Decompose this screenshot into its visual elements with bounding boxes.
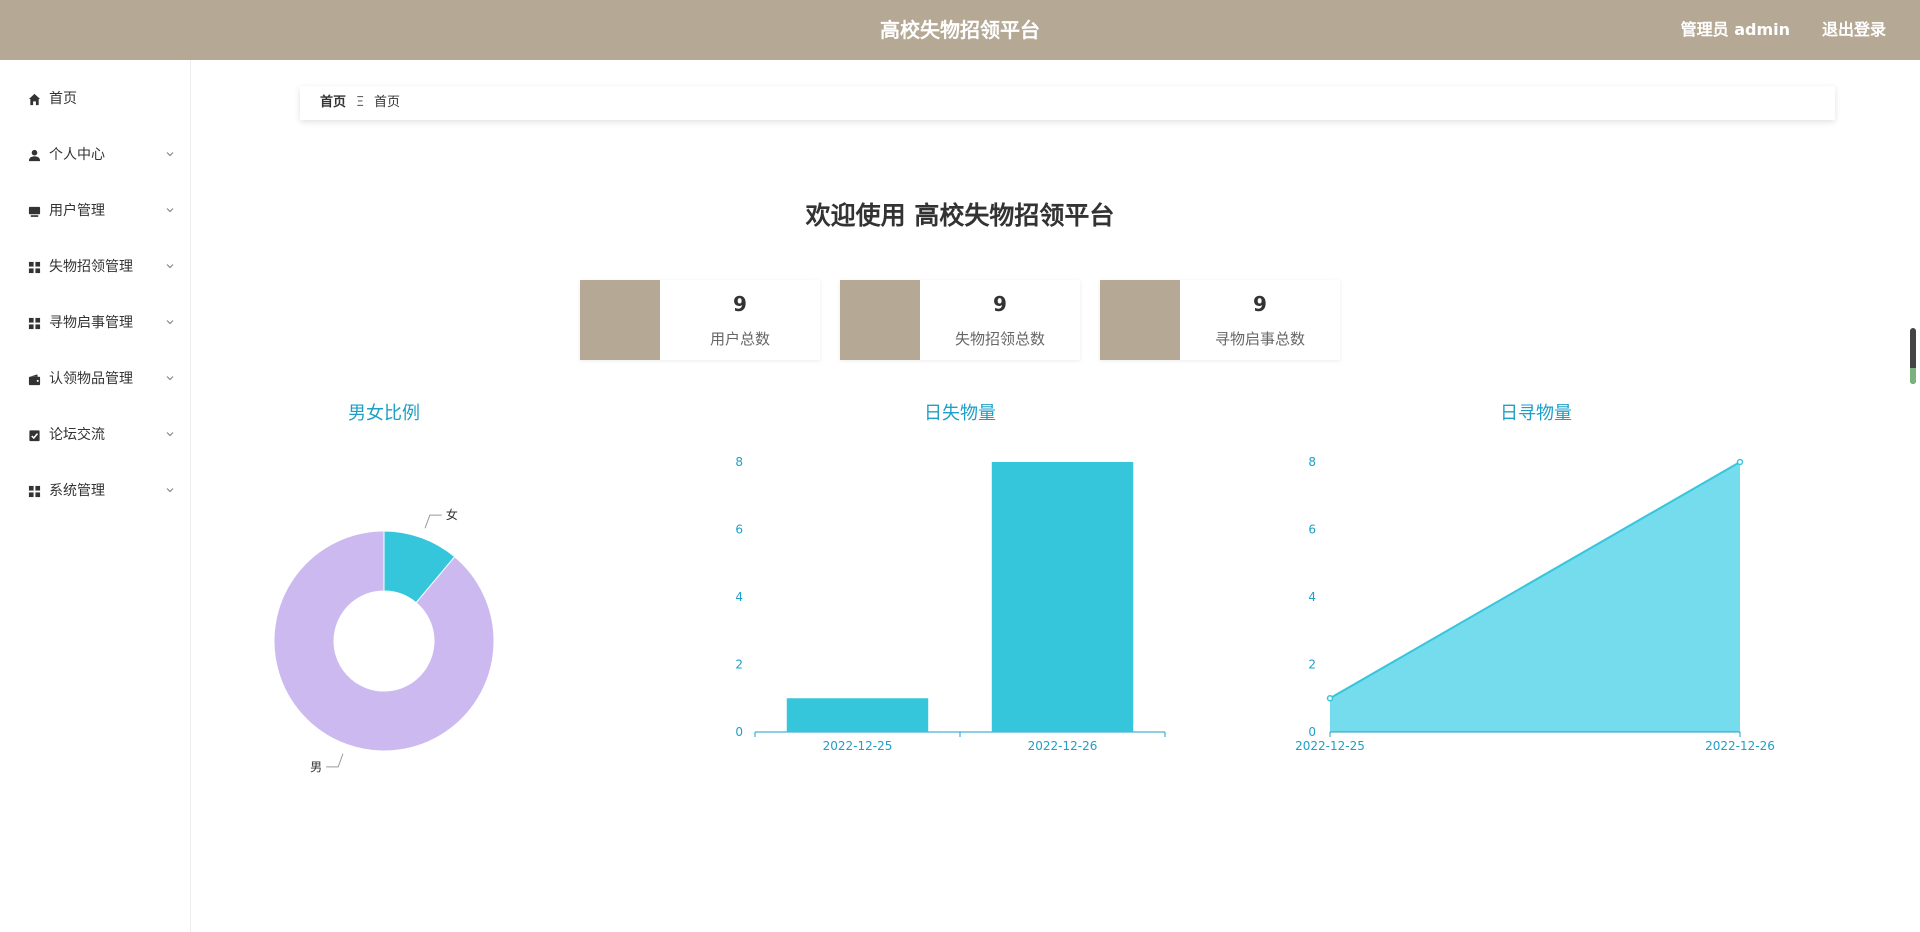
stat-icon-box (840, 280, 920, 360)
bar (786, 698, 929, 732)
gender-pie-chart: 女男 (273, 507, 495, 774)
page-title: 欢迎使用 高校失物招领平台 (805, 201, 1115, 230)
chevron-down-icon (166, 264, 174, 269)
y-tick-label: 0 (1308, 725, 1316, 739)
sidebar-item-lost-found-management[interactable]: 失物招领管理 (0, 239, 190, 295)
monitor-icon (28, 206, 41, 217)
home-icon (28, 93, 41, 106)
sidebar-item-lost-notice-management[interactable]: 寻物启事管理 (0, 295, 190, 351)
daily-found-area-chart: 0 2 4 6 8 2022-12-25 2022-12-26 (1295, 455, 1775, 753)
found-chart-title: 日寻物量 (1500, 403, 1572, 424)
stat-icon-box (1100, 280, 1180, 360)
stat-icon-box (580, 280, 660, 360)
stat-card-lost-notices: 9 寻物启事总数 (1100, 280, 1340, 360)
sidebar-item-home[interactable]: 首页 (0, 71, 190, 127)
y-tick-label: 4 (735, 590, 743, 604)
sidebar-item-user-management[interactable]: 用户管理 (0, 183, 190, 239)
pie-label: 男 (310, 760, 322, 774)
lost-chart-title: 日失物量 (924, 403, 996, 424)
chevron-down-icon (166, 432, 174, 437)
current-user-label: 管理员 admin (1680, 20, 1790, 39)
sidebar-item-claim-management[interactable]: 认领物品管理 (0, 351, 190, 407)
page-scrollbar-indicator (1910, 368, 1916, 384)
y-tick-label: 2 (735, 658, 743, 672)
y-tick-label: 6 (1308, 523, 1316, 537)
sidebar-item-label: 系统管理 (49, 483, 105, 499)
x-tick-label: 2022-12-26 (1028, 739, 1098, 753)
sidebar-item-label: 论坛交流 (49, 427, 105, 443)
sidebar-item-system-management[interactable]: 系统管理 (0, 463, 190, 519)
clipboard-check-icon (29, 430, 40, 442)
data-point (1326, 695, 1334, 702)
breadcrumb-home: 首页 (320, 95, 347, 110)
stat-value: 9 (733, 292, 747, 316)
pie-slice (273, 530, 495, 752)
chevron-down-icon (166, 152, 174, 157)
gender-chart-title: 男女比例 (348, 403, 420, 424)
grid-icon (28, 485, 41, 498)
stat-value: 9 (1253, 292, 1267, 316)
app-title: 高校失物招领平台 (880, 18, 1040, 42)
sidebar-item-label: 寻物启事管理 (49, 315, 133, 331)
sidebar: 首页 个人中心 用户管理 失物招领管理 寻物启事管理 认领物品管理 论坛交流 系… (0, 60, 191, 932)
grid-icon (28, 317, 41, 330)
stat-label: 寻物启事总数 (1214, 330, 1305, 348)
sidebar-item-label: 首页 (49, 91, 77, 107)
chevron-down-icon (166, 376, 174, 381)
pie-label: 女 (446, 507, 458, 522)
sidebar-item-forum[interactable]: 论坛交流 (0, 407, 190, 463)
sidebar-item-label: 失物招领管理 (49, 259, 133, 275)
data-point (1736, 458, 1744, 466)
daily-lost-bar-chart: 0 2 4 6 8 2022-12-25 2022-12-26 (735, 455, 1166, 753)
chevron-down-icon (166, 320, 174, 325)
y-tick-label: 4 (1308, 590, 1316, 604)
sidebar-item-label: 用户管理 (49, 203, 105, 219)
wallet-icon (28, 374, 41, 386)
y-tick-label: 2 (1308, 658, 1316, 672)
user-icon (28, 149, 41, 162)
x-tick-label: 2022-12-25 (1295, 739, 1365, 753)
stat-label: 失物招领总数 (954, 330, 1045, 348)
chevron-down-icon (166, 488, 174, 493)
chevron-down-icon (166, 208, 174, 213)
breadcrumb-separator: Ξ (356, 95, 365, 110)
pie-label-line (326, 753, 344, 768)
stat-card-lost-found: 9 失物招领总数 (840, 280, 1080, 360)
pie-label-line (424, 514, 442, 529)
breadcrumb-current[interactable]: 首页 (374, 86, 400, 120)
sidebar-item-label: 个人中心 (49, 147, 105, 163)
y-tick-label: 8 (1308, 455, 1316, 469)
stat-label: 用户总数 (709, 330, 770, 348)
top-bar: 高校失物招领平台 管理员 admin 退出登录 (0, 0, 1920, 60)
y-tick-label: 0 (735, 725, 743, 739)
area-fill (1330, 462, 1740, 732)
breadcrumb: 首页 Ξ 首页 (300, 86, 1835, 120)
sidebar-item-label: 认领物品管理 (49, 371, 133, 387)
x-tick-label: 2022-12-26 (1705, 739, 1775, 753)
stat-value: 9 (993, 292, 1007, 316)
grid-icon (28, 261, 41, 274)
logout-button[interactable]: 退出登录 (1822, 0, 1886, 60)
x-tick-label: 2022-12-25 (823, 739, 893, 753)
bar (991, 462, 1134, 732)
y-tick-label: 8 (735, 455, 743, 469)
stat-card-users: 9 用户总数 (580, 280, 820, 360)
sidebar-item-personal-center[interactable]: 个人中心 (0, 127, 190, 183)
y-tick-label: 6 (735, 523, 743, 537)
